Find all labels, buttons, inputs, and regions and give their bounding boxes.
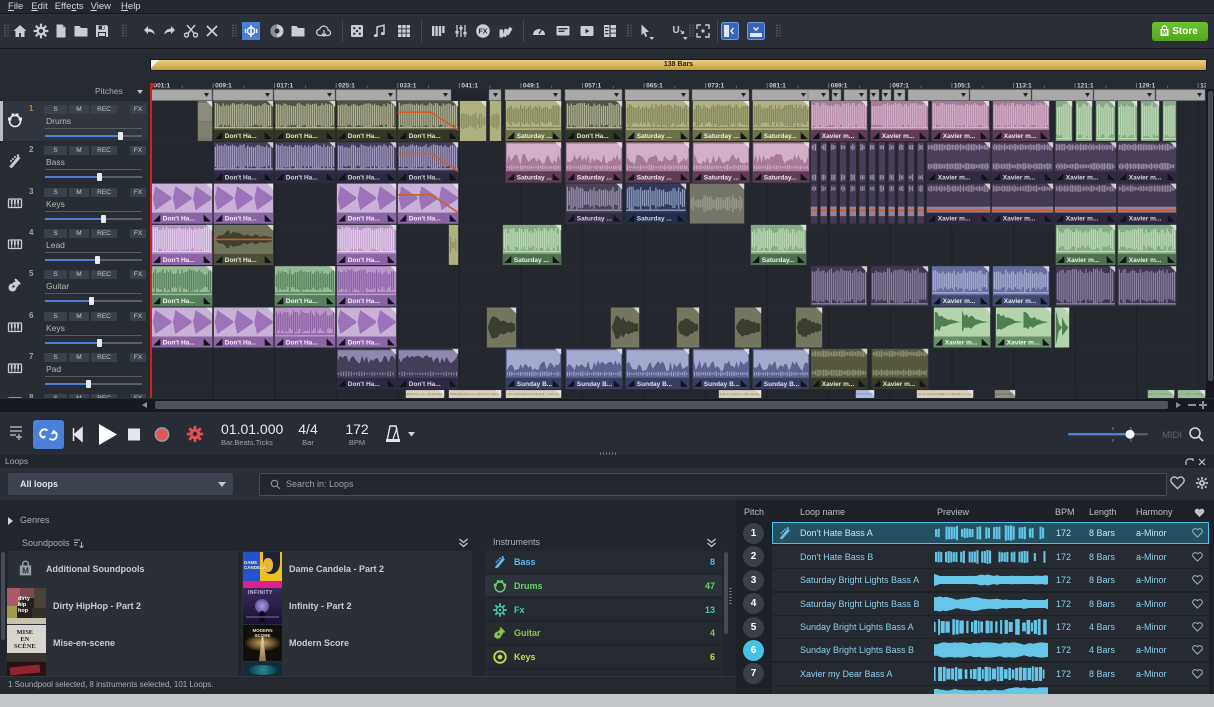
svg-text:Saturday ...: Saturday ...	[704, 133, 739, 140]
svg-text:Xavier m...: Xavier m...	[822, 381, 855, 388]
svg-text:Xavier m...: Xavier m...	[883, 381, 916, 388]
svg-text:Saturday ...: Saturday ...	[514, 257, 549, 264]
svg-text:Sunday B...: Sunday B...	[517, 381, 553, 388]
svg-text:Don't Ha...: Don't Ha...	[409, 133, 441, 140]
svg-text:Bar: Bar	[302, 438, 314, 447]
svg-text:Saturday...: Saturday...	[762, 257, 795, 264]
svg-text:Xavier m...: Xavier m...	[1129, 174, 1162, 181]
svg-text:Bar.Beats.Ticks: Bar.Beats.Ticks	[221, 438, 273, 447]
svg-text:073:1: 073:1	[708, 83, 725, 90]
svg-text:01.01.000: 01.01.000	[221, 421, 283, 437]
svg-text:Don't Ha...: Don't Ha...	[163, 257, 195, 264]
svg-text:Xavier m...: Xavier m...	[1003, 174, 1036, 181]
svg-text:Don't Ha...: Don't Ha...	[225, 216, 257, 223]
svg-text:Saturday ...: Saturday ...	[517, 174, 552, 181]
svg-text:Don't Ha...: Don't Ha...	[348, 174, 380, 181]
svg-text:Xavier m...: Xavier m...	[943, 133, 976, 140]
svg-text:Xavier m...: Xavier m...	[938, 174, 971, 181]
svg-text:U: U	[673, 25, 680, 36]
svg-text:Xavier m...: Xavier m...	[938, 216, 971, 223]
svg-text:Don't Ha...: Don't Ha...	[348, 133, 380, 140]
svg-text:017:1: 017:1	[277, 83, 294, 90]
svg-text:001:1: 001:1	[154, 83, 171, 90]
svg-text:025:1: 025:1	[338, 83, 355, 90]
svg-text:Don't Ha...: Don't Ha...	[225, 174, 257, 181]
svg-text:041:1: 041:1	[461, 83, 478, 90]
svg-text:Xavier m...: Xavier m...	[882, 133, 915, 140]
svg-text:172: 172	[345, 421, 369, 437]
svg-text:Xavier m...: Xavier m...	[1003, 216, 1036, 223]
svg-text:065:1: 065:1	[646, 83, 663, 90]
svg-text:Xavier m...: Xavier m...	[1066, 174, 1099, 181]
svg-text:Saturday ...: Saturday ...	[637, 174, 672, 181]
svg-text:Xavier m...: Xavier m...	[945, 340, 978, 347]
svg-text:Saturday ...: Saturday ...	[637, 216, 672, 223]
svg-text:Don't Ha...: Don't Ha...	[225, 257, 257, 264]
svg-text:Don't Ha...: Don't Ha...	[163, 216, 195, 223]
svg-text:Sunday B...: Sunday B...	[764, 381, 800, 388]
svg-text:Don't Ha...: Don't Ha...	[348, 381, 380, 388]
svg-text:4/4: 4/4	[298, 421, 318, 437]
svg-text:Xavier m...: Xavier m...	[1066, 216, 1099, 223]
svg-text:Don't Ha...: Don't Ha...	[286, 174, 318, 181]
svg-text:Don't Ha...: Don't Ha...	[348, 257, 380, 264]
svg-text:Don't Ha...: Don't Ha...	[348, 216, 380, 223]
svg-text:Xavier m...: Xavier m...	[1007, 340, 1040, 347]
svg-text:121:1: 121:1	[1077, 83, 1094, 90]
svg-text:Don't Ha...: Don't Ha...	[348, 340, 380, 347]
svg-text:Saturday ...: Saturday ...	[577, 174, 612, 181]
svg-text:057:1: 057:1	[585, 83, 602, 90]
svg-text:Don't Ha...: Don't Ha...	[225, 340, 257, 347]
svg-text:Xavier m...: Xavier m...	[943, 298, 976, 305]
svg-text:Don't Ha...: Don't Ha...	[163, 298, 195, 305]
svg-text:Xavier m...: Xavier m...	[1129, 257, 1162, 264]
svg-text:Don't Ha...: Don't Ha...	[409, 174, 441, 181]
svg-text:Saturday ...: Saturday ...	[637, 133, 672, 140]
svg-text:Don't Ha...: Don't Ha...	[348, 298, 380, 305]
svg-text:Don't Ha...: Don't Ha...	[409, 216, 441, 223]
svg-text:Saturday ...: Saturday ...	[704, 174, 739, 181]
svg-text:Saturday...: Saturday...	[764, 133, 797, 140]
svg-text:105:1: 105:1	[954, 83, 971, 90]
svg-text:M: M	[22, 566, 29, 575]
svg-text:Xavier m...: Xavier m...	[1004, 298, 1037, 305]
svg-text:Don't Ha...: Don't Ha...	[577, 133, 609, 140]
svg-text:Saturday...: Saturday...	[764, 174, 797, 181]
svg-text:M: M	[1162, 31, 1167, 37]
svg-text:Sunday B...: Sunday B...	[637, 381, 673, 388]
svg-text:Xavier m...: Xavier m...	[1004, 133, 1037, 140]
svg-text:Saturday ...: Saturday ...	[517, 133, 552, 140]
svg-text:MIDI: MIDI	[1162, 430, 1182, 441]
svg-text:113:1: 113:1	[1016, 83, 1033, 90]
svg-text:Sunday B...: Sunday B...	[704, 381, 740, 388]
svg-text:089:1: 089:1	[831, 83, 848, 90]
svg-text:009:1: 009:1	[215, 83, 232, 90]
svg-text:Don't Ha...: Don't Ha...	[409, 381, 441, 388]
svg-text:BPM: BPM	[349, 438, 365, 447]
svg-text:Don't Ha...: Don't Ha...	[286, 133, 318, 140]
svg-text:081:1: 081:1	[769, 83, 786, 90]
svg-text:129:1: 129:1	[1139, 83, 1156, 90]
svg-text:Xavier m...: Xavier m...	[1129, 216, 1162, 223]
svg-text:Saturday ...: Saturday ...	[577, 216, 612, 223]
svg-text:FX: FX	[479, 29, 488, 36]
svg-text:033:1: 033:1	[400, 83, 417, 90]
svg-text:097:1: 097:1	[892, 83, 909, 90]
svg-text:Don't Ha...: Don't Ha...	[225, 133, 257, 140]
svg-text:Xavier m...: Xavier m...	[1067, 257, 1100, 264]
svg-text:049:1: 049:1	[523, 83, 540, 90]
svg-text:Sunday B...: Sunday B...	[577, 381, 613, 388]
svg-text:Don't Ha...: Don't Ha...	[163, 340, 195, 347]
svg-text:Don't Ha...: Don't Ha...	[286, 340, 318, 347]
svg-text:Xavier m...: Xavier m...	[822, 133, 855, 140]
svg-text:Don't Ha...: Don't Ha...	[286, 298, 318, 305]
